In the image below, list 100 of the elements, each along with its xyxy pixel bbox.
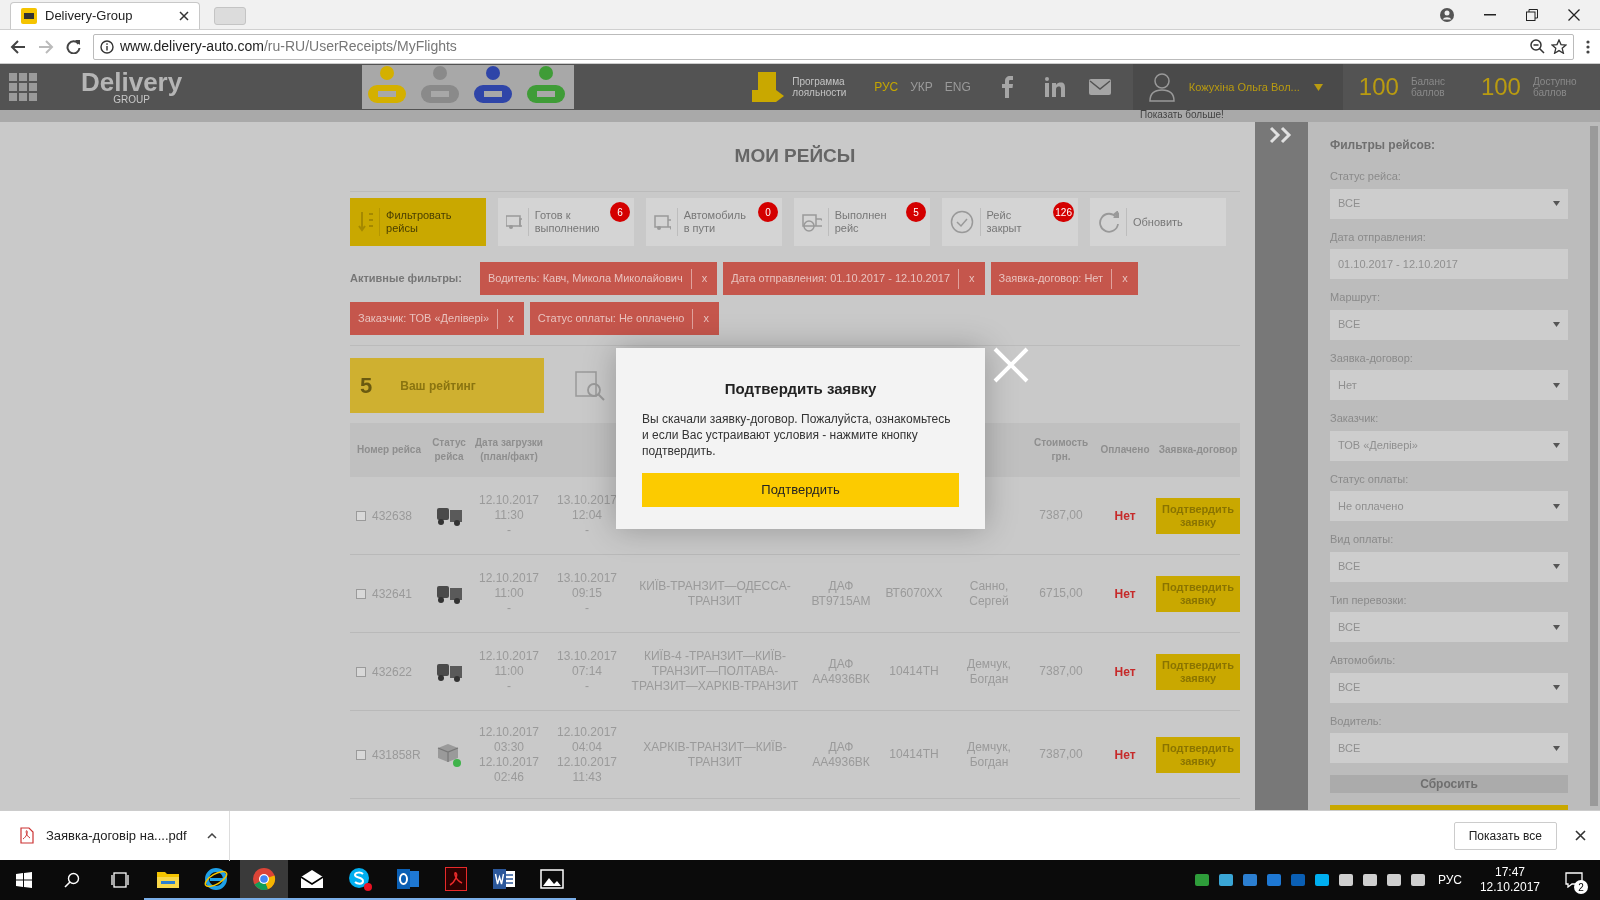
dialog-title: Подтвердить заявку: [724, 379, 877, 399]
filter-tag-label: Водитель: Кавч, Микола Миколайович: [486, 271, 684, 287]
close-icon[interactable]: [179, 11, 189, 21]
active-filters-label: Активные фильтры:: [350, 271, 462, 287]
back-icon[interactable]: [10, 39, 26, 54]
dropdown-caret-icon: [1553, 443, 1560, 448]
tray-icon[interactable]: [1409, 872, 1426, 888]
site-logo[interactable]: Delivery: [81, 69, 183, 95]
remove-filter-button[interactable]: x: [1112, 270, 1138, 287]
scrollbar[interactable]: [1590, 126, 1598, 806]
close-icon[interactable]: [1568, 9, 1580, 21]
remove-filter-button[interactable]: x: [498, 310, 524, 327]
filter-action-button[interactable]: Обновить: [1090, 198, 1226, 246]
show-all-button[interactable]: Показать все: [1453, 821, 1557, 850]
address-bar[interactable]: www.delivery-auto.com/ru-RU/UserReceipts/MyFlights: [93, 33, 1574, 60]
tray-icon[interactable]: [1217, 872, 1234, 888]
dropdown-caret-icon: [1553, 745, 1560, 751]
tray-icon[interactable]: [1313, 872, 1330, 888]
remove-filter-button[interactable]: x: [959, 270, 985, 287]
language-link[interactable]: ENG: [944, 78, 971, 96]
language-link[interactable]: РУС: [874, 78, 899, 96]
caret-icon: [1313, 83, 1323, 91]
row-checkbox[interactable]: [356, 510, 366, 521]
profile-icon[interactable]: [1440, 8, 1454, 22]
zoom-out-icon[interactable]: [1530, 39, 1545, 54]
apps-grid-icon[interactable]: [9, 73, 37, 101]
refresh-icon: [1098, 211, 1120, 233]
filter-field[interactable]: Не оплачено: [1330, 491, 1568, 521]
row-checkbox[interactable]: [356, 588, 366, 599]
linkedin-icon[interactable]: [1044, 77, 1065, 97]
envelope-icon: [300, 869, 324, 889]
filter-action-button[interactable]: Автомобиль в пути 0: [646, 198, 782, 246]
rating-label: Ваш рейтинг: [400, 377, 476, 395]
row-checkbox[interactable]: [356, 666, 366, 677]
table-cell: -: [585, 523, 589, 538]
notification-count: 2: [1574, 880, 1588, 894]
dropdown-caret-icon: [1553, 322, 1560, 327]
reload-icon[interactable]: [66, 39, 81, 54]
mail-icon[interactable]: [1088, 79, 1111, 95]
filter-field[interactable]: ВСЕ: [1330, 672, 1568, 703]
table-cell: -: [585, 679, 589, 694]
filter-field[interactable]: 01.10.2017 - 12.10.2017: [1330, 249, 1568, 279]
truck-icon: [654, 213, 671, 231]
confirm-request-button[interactable]: Подтвердить заявку: [1156, 575, 1240, 612]
tray-icon[interactable]: [1361, 872, 1378, 888]
notifications-button[interactable]: 2: [1554, 860, 1594, 900]
image-icon: [540, 869, 564, 889]
confirm-button[interactable]: Подтвердить: [642, 472, 959, 507]
user-menu[interactable]: Кожухіна Ольга Вол...: [1132, 64, 1343, 110]
keyboard-language[interactable]: РУС: [1437, 871, 1462, 889]
count-badge: 5: [906, 202, 926, 222]
confirm-request-button[interactable]: Подтвердить заявку: [1156, 653, 1240, 690]
search-icon: [64, 872, 80, 888]
reset-button[interactable]: Сбросить: [1330, 775, 1568, 793]
table-cell: -: [507, 679, 511, 694]
confirm-request-button[interactable]: Подтвердить заявку: [1156, 736, 1240, 773]
count-badge: 126: [1053, 202, 1074, 222]
page-title: МОИ РЕЙСЫ: [734, 144, 856, 169]
show-more-link[interactable]: Показать больше!: [1140, 109, 1224, 121]
menu-icon[interactable]: [1586, 39, 1590, 54]
browser-tab[interactable]: Delivery-Group: [10, 2, 200, 29]
remove-filter-button[interactable]: x: [693, 310, 719, 327]
taskbar-app-button[interactable]: [240, 860, 288, 900]
filter-action-button[interactable]: Готов к выполнению 6: [498, 198, 634, 246]
filter-field[interactable]: Нет: [1330, 370, 1568, 400]
filter-action-button[interactable]: Выполнен рейс 5: [794, 198, 930, 246]
remove-filter-button[interactable]: x: [691, 270, 718, 287]
loyalty-program-link[interactable]: Программа лояльности: [792, 76, 863, 98]
minimize-icon[interactable]: [1484, 14, 1496, 16]
filter-field[interactable]: ВСЕ: [1330, 551, 1568, 582]
acrobat-icon: [445, 867, 467, 891]
filter-field[interactable]: ТОВ «Делівері»: [1330, 430, 1568, 461]
windows-icon: [16, 872, 32, 888]
facebook-icon[interactable]: [1000, 76, 1013, 98]
filter-action-button[interactable]: Фильтровать рейсы: [350, 198, 486, 246]
outlook-icon: [396, 868, 420, 890]
tray-icon[interactable]: [1337, 872, 1354, 888]
document-search-icon: [574, 369, 606, 402]
row-checkbox[interactable]: [356, 749, 366, 760]
logo-subtitle: GROUP: [113, 95, 150, 105]
filter-field[interactable]: ВСЕ: [1330, 733, 1568, 763]
star-icon[interactable]: [1551, 39, 1567, 54]
truck-check-icon: [802, 212, 822, 232]
points-value: 100: [1480, 72, 1521, 102]
tray-icon[interactable]: [1385, 872, 1402, 888]
dropdown-caret-icon: [1553, 624, 1560, 630]
confirm-request-button[interactable]: Подтвердить заявку: [1156, 497, 1240, 534]
count-badge: 0: [758, 202, 778, 222]
language-link[interactable]: УКР: [910, 78, 933, 96]
close-icon[interactable]: [1575, 830, 1586, 841]
filter-field[interactable]: ВСЕ: [1330, 612, 1568, 642]
skype-icon: [347, 866, 373, 892]
filter-action-button[interactable]: Рейс закрыт 126: [942, 198, 1078, 246]
filter-field[interactable]: ВСЕ: [1330, 309, 1568, 340]
clock[interactable]: 17:47 12.10.2017: [1479, 865, 1540, 895]
filter-tag-label: Заказчик: ТОВ «Делівері»: [357, 311, 491, 327]
restore-icon[interactable]: [1526, 9, 1538, 21]
tray-icon[interactable]: [1193, 872, 1210, 888]
info-icon[interactable]: [100, 39, 114, 54]
filter-field[interactable]: ВСЕ: [1330, 188, 1568, 219]
